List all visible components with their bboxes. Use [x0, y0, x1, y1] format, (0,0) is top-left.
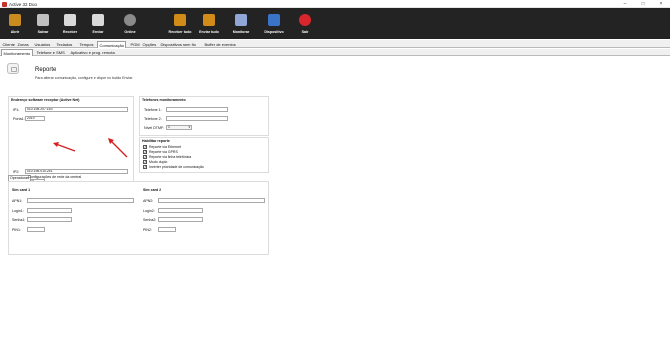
- save-button[interactable]: Salvar: [29, 8, 57, 39]
- tab-zonas[interactable]: Zonas: [16, 41, 30, 48]
- annotation-arrow-port: [55, 143, 76, 152]
- send-all-icon: [203, 14, 215, 26]
- tab-aplicativo-prog-remota[interactable]: Aplicativo e prog. remota: [69, 49, 116, 56]
- folder-icon: [9, 14, 21, 26]
- monitor-button[interactable]: Monitorar: [227, 8, 255, 39]
- main-toolbar: Abrir Salvar Receber Enviar Online Receb…: [0, 8, 670, 39]
- tab-pgm[interactable]: PGM: [129, 41, 141, 48]
- password1-field[interactable]: [27, 217, 72, 222]
- title-bar: Active 32 Duo – □ ×: [0, 0, 670, 8]
- online-button[interactable]: Online: [116, 8, 144, 39]
- close-button[interactable]: ×: [652, 0, 670, 8]
- password2-label: Senha2:: [143, 218, 157, 222]
- send-icon: [92, 14, 104, 26]
- tab-telefone-sms[interactable]: Telefone e SMS: [35, 49, 66, 56]
- exit-icon: [299, 14, 311, 26]
- password2-field[interactable]: [158, 217, 203, 222]
- send-button[interactable]: Enviar: [84, 8, 112, 39]
- receive-button[interactable]: Receber: [56, 8, 84, 39]
- pin1-label: PIN1:: [12, 228, 21, 232]
- online-icon: [124, 14, 136, 26]
- password1-label: Senha1:: [12, 218, 26, 222]
- tab-teclados[interactable]: Teclados: [55, 41, 74, 48]
- tab-dispositivos-sem-fio[interactable]: Dispositivos sem fio: [159, 41, 197, 48]
- pin2-label: PIN2:: [143, 228, 152, 232]
- monitoring-panel: Reporte Para alterar comunicação, config…: [1, 57, 669, 357]
- open-button[interactable]: Abrir: [1, 8, 29, 39]
- receive-all-icon: [174, 14, 186, 26]
- save-icon: [37, 14, 49, 26]
- device-button[interactable]: Dispositivo: [257, 8, 291, 39]
- maximize-button[interactable]: □: [634, 0, 652, 8]
- minimize-button[interactable]: –: [616, 0, 634, 8]
- annotation-arrows: [53, 138, 128, 158]
- tab-usuarios[interactable]: Usuários: [33, 41, 52, 48]
- monitor-icon: [235, 14, 247, 26]
- exit-button[interactable]: Sair: [291, 8, 319, 39]
- tab-tempos[interactable]: Tempos: [78, 41, 95, 48]
- app-logo-icon: [2, 1, 7, 7]
- main-tabs: Cliente Zonas Usuários Teclados Tempos C…: [0, 40, 670, 48]
- tab-comunicacao[interactable]: Comunicação: [97, 40, 127, 48]
- communication-subtabs: Monitoramento Telefone e SMS Aplicativo …: [0, 49, 670, 56]
- tab-opcoes[interactable]: Opções: [141, 41, 158, 48]
- annotation-arrow-ip: [110, 140, 128, 158]
- device-icon: [268, 14, 280, 26]
- receive-icon: [64, 14, 76, 26]
- send-all-button[interactable]: Enviar tudo: [192, 8, 226, 39]
- tab-buffer-de-eventos[interactable]: Buffer de eventos: [203, 41, 237, 48]
- tab-cliente[interactable]: Cliente: [1, 41, 16, 48]
- pin2-field[interactable]: [158, 227, 176, 232]
- pin1-field[interactable]: [27, 227, 45, 232]
- window-title: Active 32 Duo: [9, 1, 38, 7]
- tab-monitoramento[interactable]: Monitoramento: [1, 49, 33, 56]
